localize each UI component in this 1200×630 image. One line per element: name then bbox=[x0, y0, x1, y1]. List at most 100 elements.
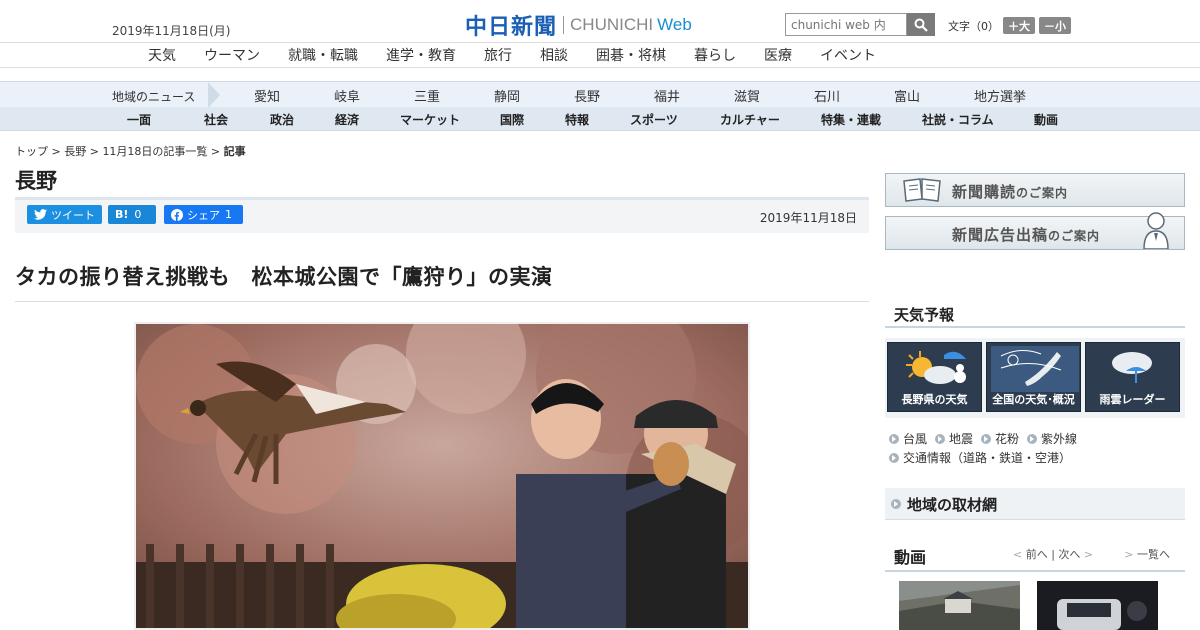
video-next-link[interactable]: 次へ > bbox=[1058, 548, 1093, 561]
category-nav-item[interactable]: 特報 bbox=[565, 111, 630, 128]
category-nav-item[interactable]: 国際 bbox=[500, 111, 565, 128]
arrow-bullet-icon bbox=[889, 434, 899, 444]
advertise-banner[interactable]: 新聞広告出稿のご案内 bbox=[885, 212, 1185, 250]
category-nav-item[interactable]: 社説・コラム bbox=[922, 111, 1034, 128]
weather-link-uv[interactable]: 紫外線 bbox=[1027, 430, 1077, 449]
weather-link-pollen[interactable]: 花粉 bbox=[981, 430, 1019, 449]
facebook-share-button[interactable]: シェア 1 bbox=[164, 205, 243, 224]
weather-section-title: 天気予報 bbox=[894, 306, 955, 324]
subscribe-banner[interactable]: 新聞購読のご案内 bbox=[885, 173, 1185, 207]
sun-cloud-snow-icon bbox=[906, 351, 966, 384]
twitter-bird-icon bbox=[34, 209, 47, 220]
category-nav-item[interactable]: スポーツ bbox=[630, 111, 720, 128]
font-bigger-button[interactable]: ＋大 bbox=[1003, 17, 1035, 34]
region-nav-item[interactable]: 福井 bbox=[654, 86, 734, 105]
nav-item[interactable]: 旅行 bbox=[484, 45, 512, 65]
arrow-bullet-icon bbox=[891, 499, 901, 509]
site-search bbox=[785, 13, 935, 36]
nav-item[interactable]: 相談 bbox=[540, 45, 568, 65]
nav-item[interactable]: 暮らし bbox=[694, 45, 736, 65]
category-nav-item[interactable]: マーケット bbox=[400, 111, 500, 128]
region-nav-item[interactable]: 富山 bbox=[894, 86, 974, 105]
search-icon bbox=[914, 18, 928, 32]
video-section-header: 動画 < 前へ | 次へ > > 一覧へ bbox=[885, 540, 1185, 572]
category-nav-item[interactable]: 特集・連載 bbox=[821, 111, 922, 128]
advertise-banner-title: 新聞広告出稿 bbox=[952, 226, 1049, 244]
breadcrumb: トップ > 長野 > 11月18日の記事一覧 > 記事 bbox=[15, 143, 246, 159]
nav-item[interactable]: 天気 bbox=[148, 45, 176, 65]
region-nav-item[interactable]: 長野 bbox=[574, 86, 654, 105]
nav-item[interactable]: ウーマン bbox=[204, 45, 260, 65]
region-nav-item[interactable]: 地方選挙 bbox=[974, 86, 1054, 105]
facebook-icon bbox=[171, 208, 183, 221]
video-thumbnail[interactable] bbox=[899, 581, 1020, 630]
nav-item[interactable]: 医療 bbox=[764, 45, 792, 65]
arrow-bullet-icon bbox=[1027, 434, 1038, 444]
category-nav-item[interactable]: 社会 bbox=[204, 111, 270, 128]
category-nav-item[interactable]: 政治 bbox=[270, 111, 335, 128]
category-nav-item[interactable]: 一面 bbox=[127, 111, 204, 128]
article-headline: タカの振り替え挑戦も 松本城公園で「鷹狩り」の実演 bbox=[15, 265, 553, 289]
logo-japanese: 中日新聞 bbox=[465, 15, 558, 40]
breadcrumb-link-region[interactable]: 長野 bbox=[64, 145, 86, 158]
traffic-info-link[interactable]: 交通情報（道路・鉄道・空港） bbox=[889, 449, 1071, 468]
tweet-button[interactable]: ツイート bbox=[27, 205, 102, 224]
weather-link-earthquake-label: 地震 bbox=[949, 432, 974, 446]
video-list-link[interactable]: > 一覧へ bbox=[1124, 546, 1170, 562]
weather-tile-nagano[interactable]: 長野県の天気 bbox=[887, 342, 982, 412]
region-nav-item[interactable]: 石川 bbox=[814, 86, 894, 105]
chevron-right-icon: > bbox=[1080, 548, 1094, 561]
logo-divider bbox=[563, 16, 565, 34]
font-size-label: 文字（0） bbox=[948, 19, 999, 33]
arrow-bullet-icon bbox=[889, 453, 899, 463]
breadcrumb-current: 記事 bbox=[223, 145, 246, 158]
weather-tile-national[interactable]: 全国の天気･概況 bbox=[986, 342, 1081, 412]
region-nav-item[interactable]: 岐阜 bbox=[334, 86, 414, 105]
search-button[interactable] bbox=[907, 13, 935, 36]
video-prev-link[interactable]: < 前へ bbox=[1013, 548, 1048, 561]
chevron-left-icon: < bbox=[1013, 548, 1026, 561]
region-nav-item[interactable]: 愛知 bbox=[254, 86, 334, 105]
weather-tile-radar-label: 雨雲レーダー bbox=[1099, 393, 1166, 406]
weather-link-typhoon[interactable]: 台風 bbox=[889, 430, 927, 449]
category-nav-item[interactable]: カルチャー bbox=[720, 111, 821, 128]
section-title: 長野 bbox=[15, 169, 57, 193]
category-nav-item[interactable]: 経済 bbox=[335, 111, 400, 128]
region-nav-item[interactable]: 滋賀 bbox=[734, 86, 814, 105]
video-section-title: 動画 bbox=[894, 548, 927, 567]
video-list-label: 一覧へ bbox=[1137, 548, 1170, 561]
video-prev-label: 前へ bbox=[1025, 548, 1048, 561]
search-input[interactable] bbox=[785, 13, 907, 36]
weather-link-pollen-label: 花粉 bbox=[995, 432, 1020, 446]
region-nav-arrow bbox=[208, 82, 220, 108]
nav-item[interactable]: 進学・教育 bbox=[386, 45, 456, 65]
subscribe-banner-text: 新聞購読のご案内 bbox=[952, 181, 1068, 202]
headline-rule bbox=[15, 301, 869, 302]
weather-tile-nagano-label: 長野県の天気 bbox=[901, 393, 968, 406]
region-nav-item[interactable]: 三重 bbox=[414, 86, 494, 105]
weather-section-header: 天気予報 bbox=[885, 300, 1185, 328]
weather-tile-radar[interactable]: 雨雲レーダー bbox=[1085, 342, 1180, 412]
header-date: 2019年11月18日(月) bbox=[112, 24, 231, 38]
breadcrumb-link-top[interactable]: トップ bbox=[15, 145, 48, 158]
weather-link-uv-label: 紫外線 bbox=[1041, 432, 1078, 446]
weather-links: 台風 地震 花粉 紫外線 交通情報（道路・鉄道・空港） bbox=[889, 430, 1085, 468]
article-date: 2019年11月18日 bbox=[759, 211, 857, 225]
video-thumbnail[interactable] bbox=[1037, 581, 1158, 630]
font-smaller-button[interactable]: －小 bbox=[1039, 17, 1071, 34]
region-reporting-link[interactable]: 地域の取材網 bbox=[885, 488, 1185, 520]
hatena-bookmark-button[interactable]: B! 0 bbox=[108, 205, 156, 224]
breadcrumb-link-daily-list[interactable]: 11月18日の記事一覧 bbox=[102, 145, 207, 158]
site-logo[interactable]: 中日新聞 CHUNICHI Web bbox=[465, 9, 692, 41]
nav-item[interactable]: 就職・転職 bbox=[288, 45, 358, 65]
advertise-banner-sub: のご案内 bbox=[1048, 229, 1101, 243]
nav-item[interactable]: 囲碁・将棋 bbox=[596, 45, 666, 65]
weather-tiles: 長野県の天気 全国の天気･概況 雨雲レーダー bbox=[885, 338, 1185, 418]
region-nav-item[interactable]: 静岡 bbox=[494, 86, 574, 105]
nav-item[interactable]: イベント bbox=[820, 45, 876, 65]
region-nav-label: 地域のニュース bbox=[112, 90, 196, 104]
weather-link-earthquake[interactable]: 地震 bbox=[935, 430, 973, 449]
tweet-label: ツイート bbox=[51, 208, 95, 222]
category-nav-item[interactable]: 動画 bbox=[1034, 111, 1084, 128]
region-reporting-title: 地域の取材網 bbox=[907, 496, 998, 514]
